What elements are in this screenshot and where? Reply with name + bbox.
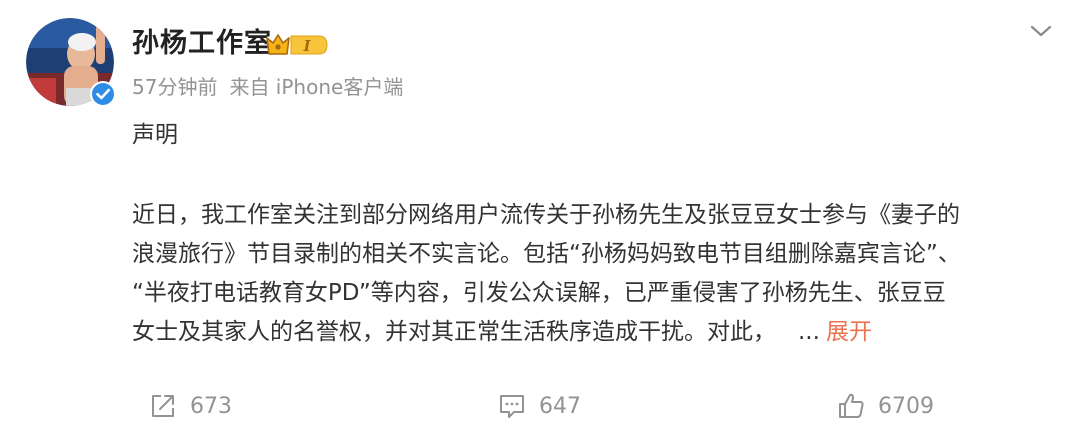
vip-crown-icon[interactable]: I — [265, 32, 331, 58]
comment-icon — [500, 395, 524, 418]
avatar[interactable] — [26, 18, 116, 107]
expand-link[interactable]: 展开 — [826, 319, 872, 345]
vip-level: I — [302, 37, 311, 55]
chevron-down-icon[interactable] — [1026, 20, 1056, 42]
share-count: 673 — [190, 393, 232, 419]
post-meta: 57分钟前 来自 iPhone客户端 — [132, 72, 403, 102]
comment-count: 647 — [539, 393, 581, 419]
action-bar: 673 647 6709 — [0, 388, 1080, 424]
post-line: “半夜打电话教育女PD”等内容，引发公众误解，已严重侵害了孙杨先生、张豆豆 — [132, 280, 946, 306]
share-button[interactable]: 673 — [148, 388, 232, 424]
post-line: 浪漫旅行》节目录制的相关不实言论。包括“孙杨妈妈致电节目组删除嘉宾言论”、 — [132, 241, 961, 267]
post-time: 57分钟前 — [132, 75, 218, 99]
post-title: 声明 — [132, 122, 178, 148]
post-body: 近日，我工作室关注到部分网络用户流传关于孙杨先生及张豆豆女士参与《妻子的 浪漫旅… — [132, 196, 1032, 352]
truncation-ellipsis: ... — [798, 319, 820, 345]
like-button[interactable]: 6709 — [836, 388, 934, 424]
share-icon — [152, 395, 174, 417]
post-line: 近日，我工作室关注到部分网络用户流传关于孙杨先生及张豆豆女士参与《妻子的 — [132, 202, 960, 228]
comment-button[interactable]: 647 — [497, 388, 581, 424]
post-source: 来自 iPhone客户端 — [229, 75, 404, 99]
verified-icon — [90, 81, 116, 107]
username[interactable]: 孙杨工作室 — [132, 26, 272, 62]
thumbs-up-icon — [839, 393, 864, 418]
like-count: 6709 — [878, 393, 934, 419]
post-line: 女士及其家人的名誉权，并对其正常生活秩序造成干扰。对此， — [132, 319, 776, 345]
post-line-last: 女士及其家人的名誉权，并对其正常生活秩序造成干扰。对此，... 展开 — [132, 313, 1032, 352]
